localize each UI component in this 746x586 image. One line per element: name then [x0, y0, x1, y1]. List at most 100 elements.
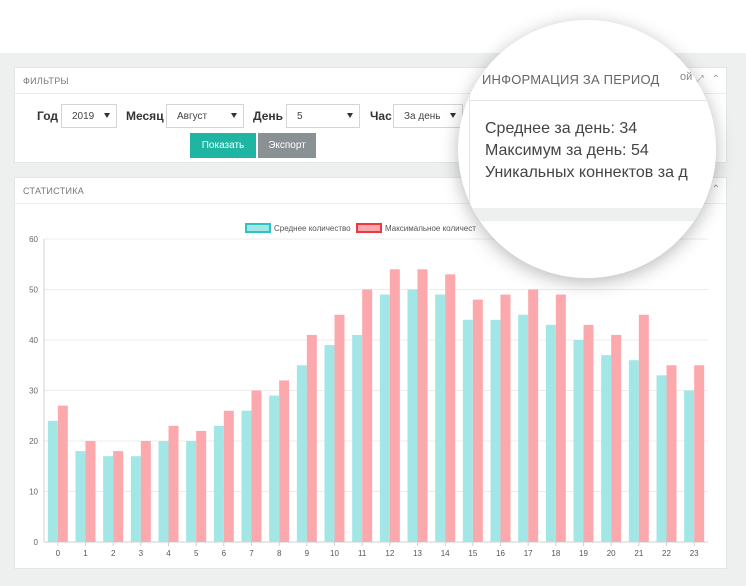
y-tick-label: 50	[29, 286, 38, 295]
avg-bar	[352, 334, 363, 542]
x-tick-label: 13	[413, 549, 422, 558]
x-tick-label: 18	[551, 549, 560, 558]
max-bar	[417, 269, 428, 542]
day-select[interactable]: 5	[286, 104, 360, 128]
x-tick-label: 14	[441, 549, 450, 558]
max-bar	[113, 451, 124, 542]
max-bar	[389, 269, 400, 542]
max-bar	[85, 441, 96, 542]
legend-swatch-max	[356, 223, 382, 233]
avg-bar	[490, 319, 501, 542]
collapse-icon[interactable]: ⌃	[704, 70, 713, 83]
y-tick-label: 30	[29, 387, 38, 396]
average-per-day: Среднее за день: 34	[485, 120, 638, 137]
caret-down-icon	[104, 113, 110, 118]
avg-bar	[130, 456, 141, 542]
year-label: Год	[37, 109, 58, 123]
y-tick-label: 10	[29, 488, 38, 497]
avg-bar	[269, 395, 280, 542]
y-tick-label: 20	[29, 437, 38, 446]
max-bar	[251, 390, 262, 542]
day-label: День	[253, 109, 283, 123]
month-select[interactable]: Август	[166, 104, 244, 128]
tool-label-fragment: ой	[680, 71, 693, 83]
max-bar	[694, 365, 705, 542]
export-button[interactable]: Экспорт	[258, 133, 316, 158]
avg-bar	[573, 340, 584, 542]
x-tick-label: 9	[305, 549, 310, 558]
max-bar	[196, 430, 207, 542]
y-tick-label: 60	[29, 235, 38, 244]
x-tick-label: 4	[166, 549, 171, 558]
avg-bar	[324, 345, 335, 542]
x-tick-label: 8	[277, 549, 282, 558]
y-tick-label: 0	[34, 538, 39, 547]
hour-select[interactable]: За день	[393, 104, 463, 128]
max-bar	[583, 324, 594, 542]
avg-bar	[462, 319, 473, 542]
max-bar	[528, 289, 539, 542]
avg-bar	[213, 425, 224, 542]
x-tick-label: 15	[468, 549, 477, 558]
legend-swatch-avg	[245, 223, 271, 233]
max-bar	[140, 441, 151, 542]
avg-bar	[518, 314, 529, 542]
x-tick-label: 5	[194, 549, 199, 558]
max-bar	[666, 365, 677, 542]
avg-bar	[628, 360, 639, 542]
max-bar	[57, 405, 68, 542]
avg-bar	[656, 375, 667, 542]
x-tick-label: 1	[83, 549, 88, 558]
avg-bar	[241, 410, 252, 542]
avg-bar	[379, 294, 390, 542]
x-tick-label: 21	[634, 549, 643, 558]
avg-bar	[75, 451, 86, 542]
avg-bar	[407, 289, 418, 542]
max-bar	[611, 334, 622, 542]
max-bar	[472, 299, 483, 542]
legend-label-avg: Среднее количество	[274, 224, 351, 233]
max-bar	[445, 274, 456, 542]
avg-bar	[103, 456, 114, 542]
max-bar	[555, 294, 566, 542]
x-tick-label: 2	[111, 549, 116, 558]
period-info-magnifier: ИНФОРМАЦИЯ ЗА ПЕРИОД ой ⌃ Среднее за ден…	[458, 20, 716, 278]
max-bar	[334, 314, 345, 542]
hour-label: Час	[370, 109, 392, 123]
avg-bar	[186, 441, 197, 542]
show-button[interactable]: Показать	[190, 133, 256, 158]
caret-down-icon	[450, 113, 456, 118]
avg-bar	[296, 365, 307, 542]
max-bar	[362, 289, 373, 542]
x-tick-label: 19	[579, 549, 588, 558]
x-tick-label: 22	[662, 549, 671, 558]
avg-bar	[47, 420, 58, 542]
caret-down-icon	[347, 113, 353, 118]
max-bar	[223, 410, 234, 542]
max-bar	[279, 380, 290, 542]
maximum-per-day: Максимум за день: 54	[485, 142, 649, 159]
avg-bar	[601, 355, 612, 542]
x-tick-label: 10	[330, 549, 339, 558]
max-bar	[306, 334, 317, 542]
x-tick-label: 17	[524, 549, 533, 558]
avg-bar	[684, 390, 695, 542]
x-tick-label: 11	[358, 549, 367, 558]
avg-bar	[435, 294, 446, 542]
year-select[interactable]: 2019	[61, 104, 117, 128]
x-tick-label: 12	[385, 549, 394, 558]
x-tick-label: 7	[249, 549, 254, 558]
max-bar	[500, 294, 511, 542]
statistics-panel-fragment	[469, 220, 716, 278]
x-tick-label: 16	[496, 549, 505, 558]
max-bar	[638, 314, 649, 542]
avg-bar	[158, 441, 169, 542]
max-bar	[168, 425, 179, 542]
avg-bar	[545, 324, 556, 542]
month-label: Месяц	[126, 109, 164, 123]
caret-down-icon	[231, 113, 237, 118]
x-tick-label: 3	[139, 549, 144, 558]
unique-connections: Уникальных коннектов за д	[485, 164, 688, 181]
x-tick-label: 0	[56, 549, 61, 558]
x-tick-label: 23	[690, 549, 699, 558]
